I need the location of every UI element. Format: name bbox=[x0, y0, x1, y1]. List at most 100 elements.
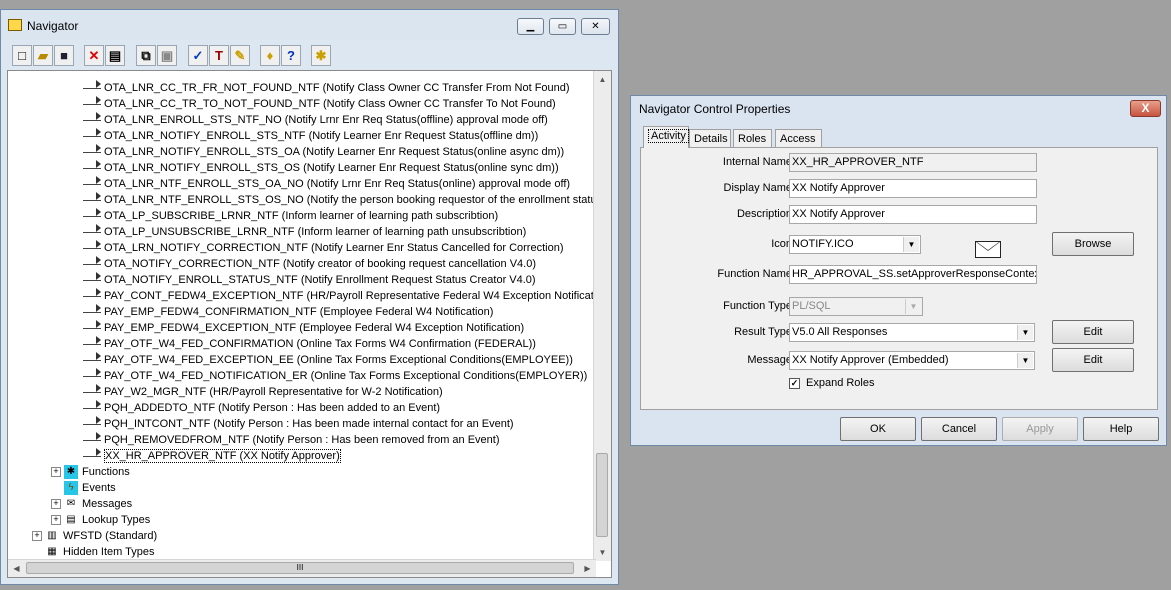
minimize-button[interactable]: ▁ bbox=[517, 18, 544, 35]
apply-button[interactable]: Apply bbox=[1002, 417, 1078, 441]
function-name-label: Function Name bbox=[717, 268, 792, 280]
tree-item-ntf[interactable]: PAY_OTF_W4_FED_CONFIRMATION (Online Tax … bbox=[83, 336, 536, 352]
function-name-field[interactable]: HR_APPROVAL_SS.setApproverResponseContex… bbox=[789, 265, 1037, 284]
ok-button[interactable]: OK bbox=[840, 417, 916, 441]
close-button[interactable]: ✕ bbox=[581, 18, 610, 35]
tab-activity[interactable]: Activity bbox=[643, 126, 689, 148]
tree-item-ntf[interactable]: PAY_EMP_FEDW4_EXCEPTION_NTF (Employee Fe… bbox=[83, 320, 524, 336]
tree-item-ntf[interactable]: OTA_LNR_CC_TR_TO_NOT_FOUND_NTF (Notify C… bbox=[83, 96, 556, 112]
scroll-up-icon[interactable]: ▲ bbox=[595, 72, 610, 87]
properties-icon[interactable]: ▤ bbox=[105, 45, 125, 66]
lookup-book-icon: ▤ bbox=[66, 514, 76, 526]
tree-item-ntf[interactable]: PAY_EMP_FEDW4_CONFIRMATION_NTF (Employee… bbox=[83, 304, 493, 320]
tree-item-ntf[interactable]: PAY_CONT_FEDW4_EXCEPTION_NTF (HR/Payroll… bbox=[83, 288, 602, 304]
tab-access[interactable]: Access bbox=[775, 129, 822, 148]
tree-item-ntf[interactable]: OTA_LRN_NOTIFY_CORRECTION_NTF (Notify Le… bbox=[83, 240, 563, 256]
result-type-select[interactable]: V5.0 All Responses ▼ bbox=[789, 323, 1035, 342]
tree-item-ntf[interactable]: OTA_LNR_NOTIFY_ENROLL_STS_OA (Notify Lea… bbox=[83, 144, 564, 160]
scroll-down-icon[interactable]: ▼ bbox=[595, 545, 610, 560]
browse-button[interactable]: Browse bbox=[1052, 232, 1134, 256]
tree-item-ntf[interactable]: OTA_LNR_CC_TR_FR_NOT_FOUND_NTF (Notify C… bbox=[83, 80, 570, 96]
expand-messages[interactable]: + bbox=[51, 499, 61, 509]
tree-item-ntf[interactable]: PQH_ADDEDTO_NTF (Notify Person : Has bee… bbox=[83, 400, 440, 416]
copy-icon[interactable]: ⧉ bbox=[136, 45, 156, 66]
save-icon[interactable]: ■ bbox=[54, 45, 74, 66]
chevron-down-icon: ▼ bbox=[905, 299, 921, 314]
edit-result-type-button[interactable]: Edit bbox=[1052, 320, 1134, 344]
tree-item-ntf[interactable]: PAY_W2_MGR_NTF (HR/Payroll Representativ… bbox=[83, 384, 443, 400]
description-field[interactable]: XX Notify Approver bbox=[789, 205, 1037, 224]
chevron-down-icon[interactable]: ▼ bbox=[1017, 325, 1033, 340]
bulb-icon[interactable]: ♦ bbox=[260, 45, 280, 66]
new-icon[interactable]: □ bbox=[12, 45, 32, 66]
scroll-right-icon[interactable]: ▶ bbox=[580, 561, 595, 576]
navigator-title-bar[interactable]: Navigator ▁ ▭ ✕ bbox=[1, 10, 618, 40]
verify-icon[interactable]: ✓ bbox=[188, 45, 208, 66]
chevron-down-icon[interactable]: ▼ bbox=[1017, 353, 1033, 368]
notification-icon bbox=[83, 287, 101, 297]
tree-item-type-wfstd[interactable]: ▥ WFSTD (Standard) bbox=[45, 528, 157, 544]
tab-roles[interactable]: Roles bbox=[733, 129, 772, 148]
tree-hidden-item-types[interactable]: ▦ Hidden Item Types bbox=[45, 544, 154, 560]
notification-icon bbox=[83, 319, 101, 329]
navigator-tree[interactable]: OTA_LNR_CC_TR_FR_NOT_FOUND_NTF (Notify C… bbox=[7, 70, 612, 578]
dialog-close-button[interactable]: X bbox=[1130, 100, 1161, 117]
expand-functions[interactable]: + bbox=[51, 467, 61, 477]
icon-select[interactable]: NOTIFY.ICO ▼ bbox=[789, 235, 921, 254]
horizontal-scroll-thumb[interactable]: III bbox=[26, 562, 574, 574]
wand-icon[interactable]: ✎ bbox=[230, 45, 250, 66]
tree-item-ntf[interactable]: OTA_LNR_NOTIFY_ENROLL_STS_OS (Notify Lea… bbox=[83, 160, 559, 176]
quick-start-icon[interactable]: ✱ bbox=[311, 45, 331, 66]
expand-lookup-types[interactable]: + bbox=[51, 515, 61, 525]
message-select[interactable]: XX Notify Approver (Embedded) ▼ bbox=[789, 351, 1035, 370]
horizontal-scrollbar[interactable]: ◀ III ▶ bbox=[8, 559, 596, 577]
navigator-window: Navigator ▁ ▭ ✕ □ ▰ ■ ✕ ▤ ⧉ ▣ ✓ T ✎ ♦ ? … bbox=[0, 9, 619, 585]
tree-item-ntf[interactable]: OTA_NOTIFY_ENROLL_STATUS_NTF (Notify Enr… bbox=[83, 272, 536, 288]
scroll-left-icon[interactable]: ◀ bbox=[9, 561, 24, 576]
hammer-icon[interactable]: T bbox=[209, 45, 229, 66]
tree-item-selected[interactable]: XX_HR_APPROVER_NTF (XX Notify Approver) bbox=[83, 448, 341, 464]
chevron-down-icon[interactable]: ▼ bbox=[903, 237, 919, 252]
notification-icon bbox=[83, 399, 101, 409]
notification-icon bbox=[83, 79, 101, 89]
tree-group-functions[interactable]: ✱ Functions bbox=[64, 464, 130, 480]
activity-panel: Internal Name XX_HR_APPROVER_NTF Display… bbox=[640, 147, 1158, 410]
tree-item-ntf[interactable]: OTA_LNR_NTF_ENROLL_STS_OA_NO (Notify Lrn… bbox=[83, 176, 570, 192]
expand-roles-label: Expand Roles bbox=[806, 377, 875, 389]
notification-icon bbox=[83, 383, 101, 393]
internal-name-field[interactable]: XX_HR_APPROVER_NTF bbox=[789, 153, 1037, 172]
display-name-field[interactable]: XX Notify Approver bbox=[789, 179, 1037, 198]
maximize-button[interactable]: ▭ bbox=[549, 18, 576, 35]
tree-item-ntf[interactable]: PAY_OTF_W4_FED_EXCEPTION_EE (Online Tax … bbox=[83, 352, 573, 368]
tree-group-messages[interactable]: ✉ Messages bbox=[64, 496, 132, 512]
item-type-icon: ▥ bbox=[47, 530, 57, 542]
expand-wfstd[interactable]: + bbox=[32, 531, 42, 541]
navigator-app-icon bbox=[8, 19, 22, 31]
tree-item-ntf[interactable]: OTA_LNR_NTF_ENROLL_STS_OS_NO (Notify the… bbox=[83, 192, 606, 208]
delete-icon[interactable]: ✕ bbox=[84, 45, 104, 66]
vertical-scroll-thumb[interactable] bbox=[596, 453, 608, 537]
notification-icon bbox=[83, 351, 101, 361]
edit-message-button[interactable]: Edit bbox=[1052, 348, 1134, 372]
tree-item-ntf[interactable]: PQH_INTCONT_NTF (Notify Person : Has bee… bbox=[83, 416, 514, 432]
open-icon[interactable]: ▰ bbox=[33, 45, 53, 66]
tree-item-ntf[interactable]: OTA_LNR_NOTIFY_ENROLL_STS_NTF (Notify Le… bbox=[83, 128, 538, 144]
tree-item-ntf[interactable]: OTA_LP_SUBSCRIBE_LRNR_NTF (Inform learne… bbox=[83, 208, 498, 224]
notification-icon bbox=[83, 191, 101, 201]
expand-roles-checkbox[interactable]: ✓ bbox=[789, 378, 800, 389]
tree-item-ntf[interactable]: PAY_OTF_W4_FED_NOTIFICATION_ER (Online T… bbox=[83, 368, 587, 384]
tree-item-ntf[interactable]: OTA_LNR_ENROLL_STS_NTF_NO (Notify Lrnr E… bbox=[83, 112, 548, 128]
tree-item-ntf[interactable]: OTA_LP_UNSUBSCRIBE_LRNR_NTF (Inform lear… bbox=[83, 224, 526, 240]
paste-icon[interactable]: ▣ bbox=[157, 45, 177, 66]
vertical-scrollbar[interactable]: ▲ ▼ bbox=[593, 71, 611, 561]
notification-icon bbox=[83, 127, 101, 137]
tree-item-ntf[interactable]: OTA_NOTIFY_CORRECTION_NTF (Notify creato… bbox=[83, 256, 536, 272]
cancel-button[interactable]: Cancel bbox=[921, 417, 997, 441]
notification-icon bbox=[83, 159, 101, 169]
help-button[interactable]: Help bbox=[1083, 417, 1159, 441]
tree-item-ntf[interactable]: PQH_REMOVEDFROM_NTF (Notify Person : Has… bbox=[83, 432, 500, 448]
tree-group-events[interactable]: ϟ Events bbox=[64, 480, 116, 496]
help-icon[interactable]: ? bbox=[281, 45, 301, 66]
tree-group-lookup-types[interactable]: ▤ Lookup Types bbox=[64, 512, 150, 528]
tab-details[interactable]: Details bbox=[689, 129, 731, 148]
